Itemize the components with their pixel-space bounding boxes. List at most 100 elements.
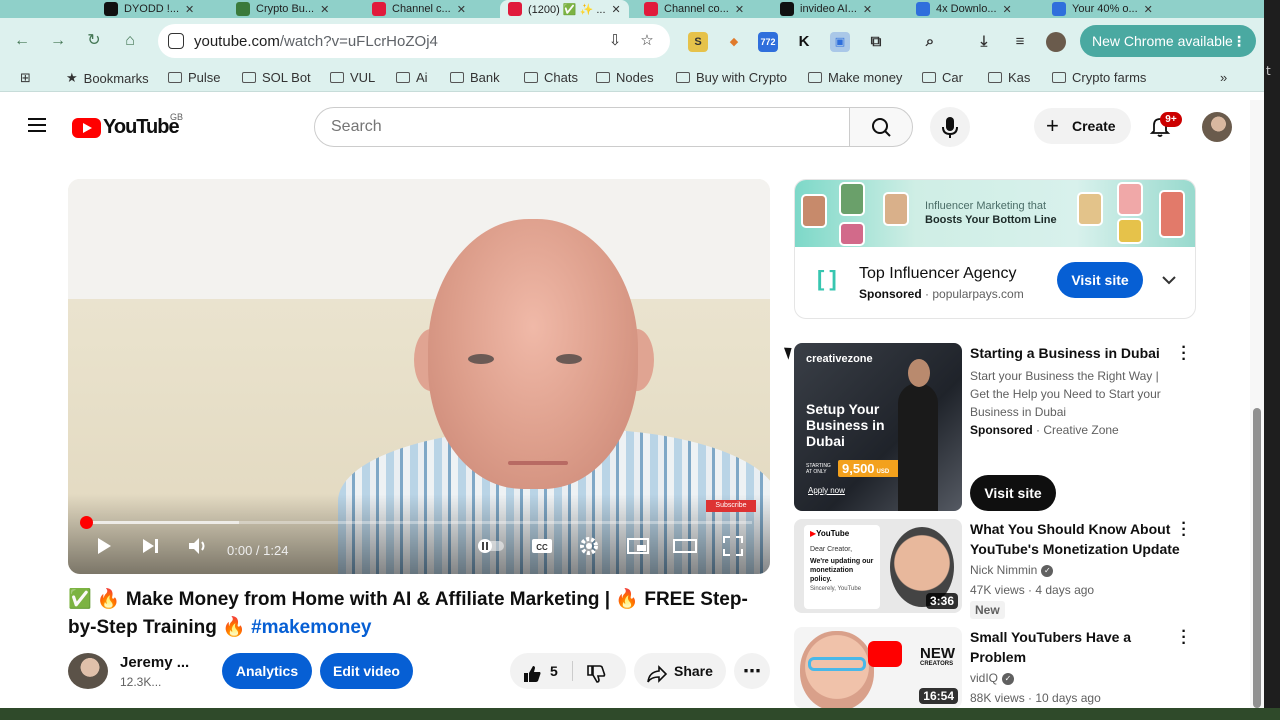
bookmark-folder-car[interactable]: Car	[922, 70, 963, 85]
forward-arrow-icon[interactable]: →	[48, 31, 68, 51]
ad-title[interactable]: Top Influencer Agency	[859, 265, 1016, 283]
companion-ad-card[interactable]: Influencer Marketing that Boosts Your Bo…	[794, 179, 1196, 319]
thumbs-up-icon[interactable]	[522, 661, 542, 697]
page-scrollbar[interactable]	[1250, 100, 1264, 708]
bookmark-folder-kas[interactable]: Kas	[988, 70, 1030, 85]
extension-k-icon[interactable]: K	[794, 32, 814, 52]
more-vert-icon[interactable]: ⋮	[1232, 25, 1246, 57]
close-icon[interactable]: ✕	[457, 3, 466, 16]
back-arrow-icon[interactable]: ←	[12, 31, 32, 51]
tab-6[interactable]: invideo AI... ✕	[772, 0, 880, 18]
edit-video-button[interactable]: Edit video	[320, 653, 413, 689]
extensions-puzzle-icon[interactable]: ⧉	[866, 32, 886, 52]
bookmark-folder-make-money[interactable]: Make money	[808, 70, 902, 85]
sponsored-title[interactable]: Starting a Business in Dubai	[970, 343, 1180, 363]
close-icon[interactable]: ✕	[185, 3, 194, 16]
downloads-icon[interactable]: ⤓	[974, 32, 994, 52]
ad-visit-site-button[interactable]: Visit site	[1057, 262, 1143, 298]
chevron-down-icon[interactable]	[1159, 270, 1179, 290]
tab-3[interactable]: Channel c... ✕	[364, 0, 474, 18]
extension-s-icon[interactable]: S	[688, 32, 708, 52]
theater-mode-icon[interactable]	[672, 535, 698, 562]
tab-5[interactable]: Channel co... ✕	[636, 0, 752, 18]
sponsored-thumbnail[interactable]: creativezone Setup Your Business in Duba…	[794, 343, 962, 511]
extension-badge-icon[interactable]: 772	[758, 32, 778, 52]
more-bookmarks-chevron-icon[interactable]: »	[1220, 70, 1227, 85]
search-input[interactable]	[331, 108, 831, 146]
fullscreen-icon[interactable]	[722, 535, 744, 562]
close-icon[interactable]: ✕	[735, 3, 744, 16]
like-count[interactable]: 5	[550, 653, 558, 689]
thumbs-down-icon[interactable]	[586, 661, 606, 697]
reload-icon[interactable]: ↻	[84, 31, 104, 51]
channel-name[interactable]: Jeremy ...	[120, 654, 189, 671]
analytics-button[interactable]: Analytics	[222, 653, 312, 689]
bookmark-item-bookmarks[interactable]: ★ Bookmarks	[66, 70, 149, 86]
search-button[interactable]	[849, 107, 913, 147]
bookmark-folder-nodes[interactable]: Nodes	[596, 70, 654, 85]
scrollbar-thumb[interactable]	[1253, 408, 1261, 708]
apps-grid-icon[interactable]: ⊞	[20, 70, 31, 86]
menu-icon[interactable]	[28, 118, 46, 132]
bookmark-folder-crypto-farms[interactable]: Crypto farms	[1052, 70, 1146, 85]
bookmark-folder-pulse[interactable]: Pulse	[168, 70, 221, 85]
bookmark-folder-ai[interactable]: Ai	[396, 70, 428, 85]
channel-avatar[interactable]	[68, 653, 108, 689]
captions-icon[interactable]: CC	[530, 535, 554, 562]
settings-gear-icon[interactable]	[578, 535, 600, 562]
close-icon[interactable]: ✕	[320, 3, 329, 16]
play-icon[interactable]	[94, 535, 114, 562]
bookmark-folder-sol-bot[interactable]: SOL Bot	[242, 70, 311, 85]
tab-8[interactable]: Your 40% o... ✕	[1044, 0, 1161, 18]
volume-icon[interactable]	[186, 535, 210, 562]
video-thumbnail[interactable]: ▶YouTube Dear Creator, We're updating ou…	[794, 519, 962, 613]
channel-name[interactable]: vidIQ	[970, 671, 998, 685]
profile-avatar-icon[interactable]	[1046, 32, 1066, 52]
more-vert-icon[interactable]: · · ·	[1180, 516, 1188, 544]
close-icon[interactable]: ✕	[863, 3, 872, 16]
account-avatar[interactable]	[1202, 112, 1232, 142]
bookmark-folder-buy-with-crypto[interactable]: Buy with Crypto	[676, 70, 787, 85]
video-title-link[interactable]: Small YouTubers Have a Problem	[970, 627, 1180, 667]
extension-image-icon[interactable]: ▣	[830, 32, 850, 52]
create-button[interactable]: + Create	[1034, 108, 1131, 144]
home-icon[interactable]: ⌂	[120, 31, 140, 51]
recommendation-item[interactable]: ▶YouTube Dear Creator, We're updating ou…	[794, 516, 1214, 619]
subscribe-watermark[interactable]: Subscribe	[706, 500, 756, 512]
video-title-link[interactable]: What You Should Know About YouTube's Mon…	[970, 519, 1180, 559]
tab-4-active[interactable]: (1200) ✅ ✨ ... ✕	[500, 0, 629, 18]
sponsored-visit-site-button[interactable]: Visit site	[970, 475, 1056, 511]
tab-search-icon[interactable]: ⌕	[920, 32, 940, 52]
close-icon[interactable]: ✕	[612, 3, 621, 16]
next-icon[interactable]	[140, 535, 162, 562]
url-text[interactable]: youtube.com/watch?v=uFLcrHoZOj4	[194, 33, 438, 50]
media-queue-icon[interactable]: ≡	[1010, 32, 1030, 52]
tab-1[interactable]: DYODD !... ✕	[96, 0, 202, 18]
bookmark-star-icon[interactable]: ☆	[638, 32, 656, 50]
video-player[interactable]: Subscribe 0:00 / 1:24 CC	[68, 179, 770, 574]
youtube-logo[interactable]: YouTube GB	[72, 112, 183, 139]
install-app-icon[interactable]: ⇩	[606, 32, 624, 50]
voice-search-button[interactable]	[930, 107, 970, 147]
more-actions-button[interactable]: ⋯	[734, 653, 770, 689]
hashtag-link[interactable]: #makemoney	[251, 617, 371, 638]
tab-2[interactable]: Crypto Bu... ✕	[228, 0, 337, 18]
video-thumbnail[interactable]: NEW CREATORS 16:54	[794, 627, 962, 708]
more-vert-icon[interactable]: · · ·	[1180, 624, 1188, 652]
ad-banner-image[interactable]: Influencer Marketing that Boosts Your Bo…	[795, 180, 1195, 247]
address-bar[interactable]: youtube.com/watch?v=uFLcrHoZOj4 ⇩ ☆	[158, 24, 670, 58]
bookmark-folder-bank[interactable]: Bank	[450, 70, 500, 85]
site-info-icon[interactable]	[168, 33, 184, 49]
bookmark-folder-chats[interactable]: Chats	[524, 70, 578, 85]
share-button[interactable]: Share	[634, 653, 726, 689]
close-icon[interactable]: ✕	[1144, 3, 1153, 16]
metamask-fox-icon[interactable]: ◆	[724, 32, 744, 52]
progress-bar[interactable]	[80, 516, 752, 529]
channel-name[interactable]: Nick Nimmin	[970, 563, 1037, 577]
sponsored-video-item[interactable]: creativezone Setup Your Business in Duba…	[794, 340, 1214, 511]
autoplay-toggle-icon[interactable]	[476, 535, 506, 562]
miniplayer-icon[interactable]	[626, 535, 650, 562]
bookmark-folder-vul[interactable]: VUL	[330, 70, 375, 85]
tab-7[interactable]: 4x Downlo... ✕	[908, 0, 1020, 18]
more-vert-icon[interactable]: · · ·	[1180, 340, 1188, 368]
